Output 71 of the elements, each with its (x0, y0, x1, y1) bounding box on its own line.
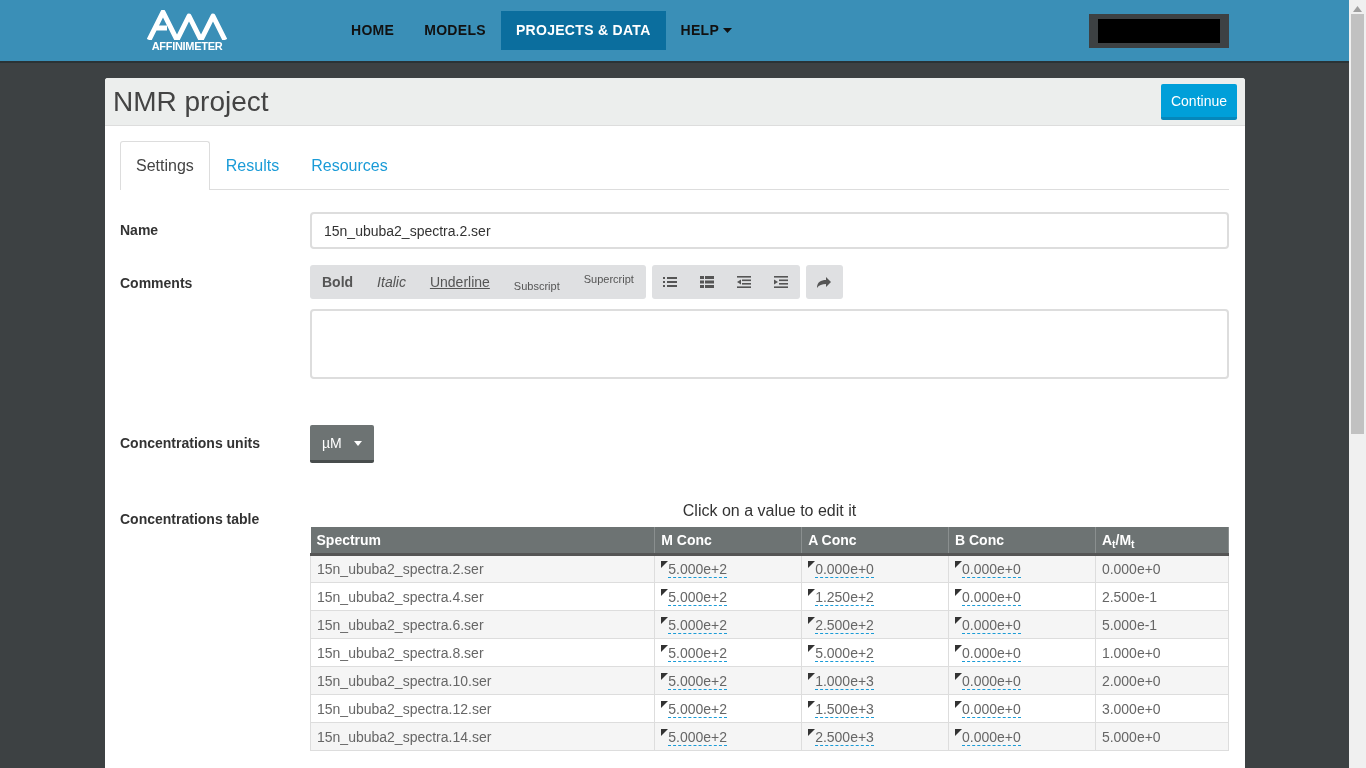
corner-marker (808, 728, 816, 736)
corner-marker (955, 672, 962, 680)
corner-marker (955, 644, 962, 652)
tab[interactable]: Resources (295, 141, 404, 190)
table-cell: 2.000e+0 (1101, 672, 1161, 689)
page-title: NMR project (113, 84, 269, 119)
scrollbar[interactable] (1349, 0, 1366, 768)
table-cell: 5.000e+0 (1101, 728, 1161, 745)
corner-marker (808, 616, 816, 624)
corner-marker (661, 644, 669, 652)
corner-marker (955, 728, 962, 736)
corner-marker (955, 588, 962, 596)
table-cell: 15n_ububa2_spectra.14.ser (317, 728, 492, 745)
table-cell: 15n_ububa2_spectra.6.ser (317, 616, 484, 633)
nav-link[interactable]: PROJECTS & DATA (500, 11, 666, 50)
corner-marker (955, 700, 962, 708)
corner-marker (661, 561, 669, 568)
corner-marker (808, 672, 816, 680)
bullet-list-icon (663, 276, 678, 288)
field-label: Concentrations table (120, 510, 261, 529)
corner-marker (661, 616, 669, 624)
nav-link[interactable]: MODELS (409, 11, 501, 50)
logo-text: AFFINIMETER (151, 40, 223, 52)
corner-marker (955, 561, 962, 568)
superscript-button[interactable]: Supercript (571, 265, 646, 288)
italic-button[interactable]: Italic (365, 265, 418, 299)
nav-link[interactable]: HOME (336, 11, 410, 50)
redo-icon (817, 276, 832, 288)
indent-icon (774, 276, 789, 288)
table-cell: 15n_ububa2_spectra.2.ser (317, 561, 484, 577)
column-header: Spectrum (310, 527, 655, 555)
corner-marker (661, 588, 669, 596)
corner-marker (661, 728, 669, 736)
table-cell: 2.500e-1 (1101, 588, 1158, 605)
field-label: Concentrations units (120, 434, 261, 453)
corner-marker (808, 700, 816, 708)
table-cell: 3.000e+0 (1101, 700, 1161, 717)
table-cell: 1.000e+0 (1101, 644, 1161, 661)
logo-icon (147, 9, 227, 40)
table-cell: 15n_ububa2_spectra.12.ser (317, 700, 492, 717)
list-icon (700, 276, 715, 288)
column-header: M Conc (654, 527, 802, 555)
caret-icon (353, 441, 362, 446)
bold-button[interactable]: Bold (310, 265, 366, 299)
tab[interactable]: Results (209, 141, 296, 190)
table-cell: 0.000e+0 (1101, 561, 1161, 577)
corner-marker (808, 588, 816, 596)
subscript-button[interactable]: Subscript (501, 265, 572, 299)
outdent-icon (737, 276, 752, 288)
tab[interactable]: Settings (120, 141, 210, 190)
units-dropdown[interactable]: µM (310, 425, 374, 463)
corner-marker (808, 561, 816, 568)
corner-marker (661, 672, 669, 680)
table-cell: 5.000e-1 (1101, 616, 1158, 633)
column-header: A Conc (801, 527, 949, 555)
table-hint: Click on a value to edit it (681, 501, 858, 521)
column-header: A$_{t}$/M$_{t}$ (1095, 527, 1229, 555)
nav-link[interactable]: HELP (665, 11, 748, 50)
table-cell: 15n_ububa2_spectra.10.ser (317, 672, 492, 689)
continue-button[interactable]: Continue (1160, 83, 1237, 120)
table-cell: 15n_ububa2_spectra.8.ser (317, 644, 484, 661)
corner-marker (808, 644, 816, 652)
corner-marker (955, 616, 962, 624)
underline-button[interactable]: Underline (417, 265, 502, 299)
field-label: Comments (120, 274, 194, 293)
column-header: B Conc (948, 527, 1096, 555)
corner-marker (661, 700, 669, 708)
name-input[interactable]: 15n_ububa2_spectra.2.ser (310, 212, 1229, 249)
caret-icon (723, 28, 733, 33)
table-cell: 15n_ububa2_spectra.4.ser (317, 588, 484, 605)
field-label: Name (120, 221, 160, 240)
